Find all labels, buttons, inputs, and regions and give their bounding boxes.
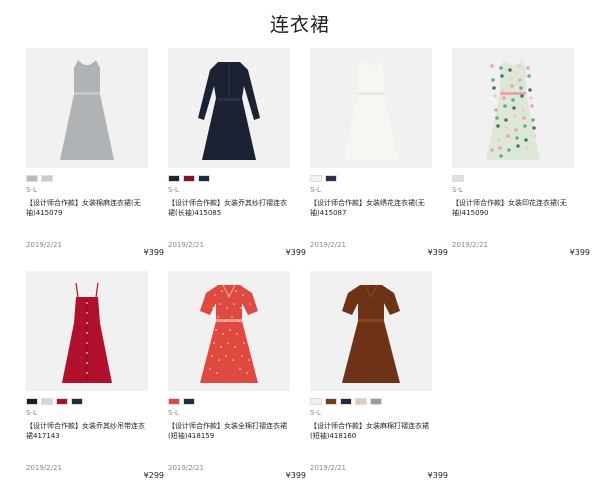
product-price: ¥399 <box>569 248 590 257</box>
color-swatch[interactable] <box>26 175 38 182</box>
release-date: 2019/2/21 <box>26 464 62 472</box>
size-range: S-L <box>26 186 37 194</box>
product-card[interactable]: S-L 【设计师合作款】女装绣花连衣裙(无袖)415087 2019/2/21 ¥39… <box>310 48 448 257</box>
release-date: 2019/2/21 <box>26 241 62 249</box>
size-range: S-L <box>310 186 321 194</box>
color-swatch[interactable] <box>41 398 53 405</box>
release-date: 2019/2/21 <box>310 241 346 249</box>
color-swatch[interactable] <box>325 175 337 182</box>
color-swatches <box>452 175 574 182</box>
color-swatch[interactable] <box>325 398 337 405</box>
color-swatch[interactable] <box>56 398 68 405</box>
color-swatches <box>168 398 290 405</box>
dress-image <box>198 62 260 160</box>
product-card[interactable]: S-L 【设计师合作款】女装乔其纱打褶连衣裙(长袖)415085 2019/2/21… <box>168 48 306 257</box>
page-title: 连衣裙 <box>269 14 330 36</box>
product-name[interactable]: 【设计师合作款】女装棉麻连衣裙(无袖)415079 <box>26 198 148 220</box>
product-image[interactable] <box>452 48 574 168</box>
size-range: S-L <box>168 409 179 417</box>
product-name[interactable]: 【设计师合作款】女装乔其纱打褶连衣裙(长袖)415085 <box>168 198 290 220</box>
color-swatch[interactable] <box>168 175 180 182</box>
color-swatch[interactable] <box>198 175 210 182</box>
size-range: S-L <box>310 409 321 417</box>
product-name[interactable]: 【设计师合作款】女装麻棉打褶连衣裙(短袖)418160 <box>310 421 432 443</box>
release-date: 2019/2/21 <box>452 241 488 249</box>
dress-image <box>342 284 400 383</box>
product-image[interactable] <box>26 48 148 168</box>
dress-image <box>60 60 114 160</box>
product-price: ¥299 <box>143 471 164 480</box>
color-swatch[interactable] <box>168 398 180 405</box>
product-price: ¥399 <box>427 248 448 257</box>
product-card[interactable]: S-L 【设计师合作款】女装乔其纱吊带连衣裙417143 2019/2/21 ¥299 <box>26 271 164 480</box>
product-card[interactable]: S-L 【设计师合作款】女装全棉打褶连衣裙(短袖)418159 2019/2/21 ¥… <box>168 271 306 480</box>
color-swatch[interactable] <box>183 398 195 405</box>
color-swatch[interactable] <box>370 398 382 405</box>
color-swatch[interactable] <box>340 398 352 405</box>
dress-image <box>486 60 540 160</box>
product-price: ¥399 <box>427 471 448 480</box>
color-swatches <box>310 398 432 405</box>
product-price: ¥399 <box>143 248 164 257</box>
size-range: S-L <box>26 409 37 417</box>
color-swatch[interactable] <box>310 398 322 405</box>
product-card[interactable]: S-L 【设计师合作款】女装印花连衣裙(无袖)415090 2019/2/21 ¥39… <box>452 48 590 257</box>
product-image[interactable] <box>310 271 432 391</box>
product-image[interactable] <box>168 48 290 168</box>
product-name[interactable]: 【设计师合作款】女装印花连衣裙(无袖)415090 <box>452 198 574 220</box>
color-swatch[interactable] <box>452 175 464 182</box>
product-image[interactable] <box>310 48 432 168</box>
product-price: ¥399 <box>285 471 306 480</box>
product-name[interactable]: 【设计师合作款】女装全棉打褶连衣裙(短袖)418159 <box>168 421 290 443</box>
color-swatches <box>168 175 290 182</box>
color-swatches <box>310 175 432 182</box>
color-swatches <box>26 398 148 405</box>
color-swatch[interactable] <box>310 175 322 182</box>
product-card[interactable]: S-L 【设计师合作款】女装棉麻连衣裙(无袖)415079 2019/2/21 ¥39… <box>26 48 164 257</box>
color-swatches <box>26 175 148 182</box>
dress-image <box>344 60 398 160</box>
color-swatch[interactable] <box>355 398 367 405</box>
product-image[interactable] <box>168 271 290 391</box>
color-swatch[interactable] <box>183 175 195 182</box>
product-name[interactable]: 【设计师合作款】女装乔其纱吊带连衣裙417143 <box>26 421 148 443</box>
release-date: 2019/2/21 <box>168 241 204 249</box>
product-card[interactable]: S-L 【设计师合作款】女装麻棉打褶连衣裙(短袖)418160 2019/2/21 ¥… <box>310 271 448 480</box>
color-swatch[interactable] <box>71 398 83 405</box>
product-price: ¥399 <box>285 248 306 257</box>
dress-image <box>200 284 258 383</box>
color-swatch[interactable] <box>41 175 53 182</box>
color-swatch[interactable] <box>26 398 38 405</box>
dress-image <box>62 282 112 383</box>
release-date: 2019/2/21 <box>310 464 346 472</box>
release-date: 2019/2/21 <box>168 464 204 472</box>
product-name[interactable]: 【设计师合作款】女装绣花连衣裙(无袖)415087 <box>310 198 432 220</box>
product-image[interactable] <box>26 271 148 391</box>
size-range: S-L <box>168 186 179 194</box>
size-range: S-L <box>452 186 463 194</box>
